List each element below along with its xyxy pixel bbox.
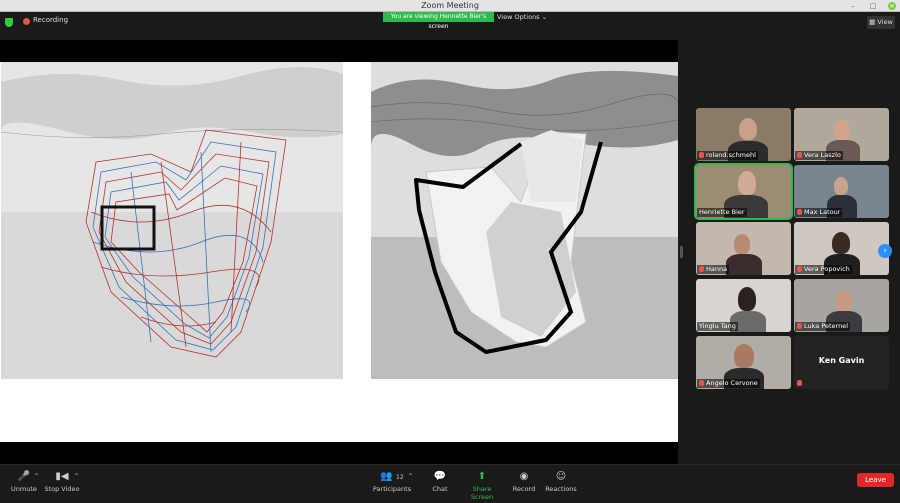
chat-button[interactable]: 💬 Chat bbox=[428, 471, 452, 493]
next-page-button[interactable]: › bbox=[878, 244, 892, 258]
participant-name: Max Latour bbox=[795, 208, 843, 217]
minimize-icon[interactable]: – bbox=[849, 2, 857, 10]
avatar bbox=[836, 291, 852, 311]
record-label: Record bbox=[512, 485, 536, 493]
grid-icon: ▦ bbox=[869, 18, 876, 26]
mic-muted-icon bbox=[797, 323, 802, 329]
solid-render bbox=[371, 62, 678, 379]
participant-tile[interactable]: Angelo Cervone bbox=[696, 336, 791, 389]
avatar-body bbox=[726, 254, 762, 275]
shared-render-right bbox=[371, 62, 678, 379]
view-options-label: View Options bbox=[497, 13, 540, 21]
unmute-label: Unmute bbox=[11, 485, 37, 493]
window-titlebar: Zoom Meeting – □ × bbox=[0, 0, 900, 12]
participants-button[interactable]: 👥 12 Participants bbox=[372, 471, 412, 493]
smiley-icon: ☺ bbox=[555, 471, 567, 482]
meeting-topbar: Recording You are viewing Hennette Bier'… bbox=[0, 12, 900, 40]
wireframe-render bbox=[1, 62, 343, 379]
participant-tile[interactable]: roland.schmehl bbox=[696, 108, 791, 161]
participant-tile[interactable]: Vera Popovich bbox=[794, 222, 889, 275]
share-screen-button[interactable]: ⬆ Share Screen bbox=[461, 471, 503, 501]
participant-tile[interactable]: Max Latour bbox=[794, 165, 889, 218]
participant-tile[interactable]: Luka Peternel bbox=[794, 279, 889, 332]
participant-name: Hanna bbox=[697, 265, 730, 274]
participants-options-caret[interactable]: ^ bbox=[408, 473, 413, 480]
recording-label: Recording bbox=[33, 16, 69, 24]
avatar bbox=[834, 177, 848, 195]
record-button[interactable]: ◉ Record bbox=[511, 471, 537, 493]
shared-render-left bbox=[1, 62, 343, 379]
avatar bbox=[738, 171, 756, 195]
reactions-button[interactable]: ☺ Reactions bbox=[545, 471, 577, 493]
participant-name: Henriette Bier bbox=[697, 208, 747, 217]
participant-name: Angelo Cervone bbox=[697, 379, 760, 388]
audio-options-caret[interactable]: ^ bbox=[34, 473, 39, 480]
shared-screen-bottom-band bbox=[0, 442, 678, 464]
reactions-label: Reactions bbox=[545, 485, 577, 493]
drag-handle[interactable] bbox=[680, 246, 683, 258]
avatar bbox=[834, 120, 850, 140]
avatar bbox=[734, 344, 754, 368]
recording-icon bbox=[23, 18, 30, 25]
mic-muted-icon bbox=[699, 266, 704, 272]
participant-name: roland.schmehl bbox=[697, 151, 758, 160]
meeting-toolbar: 🎤 Unmute ^ ▮◀ Stop Video ^ 👥 12 Particip… bbox=[0, 464, 900, 503]
chat-icon: 💬 bbox=[433, 471, 447, 482]
participants-count: 12 bbox=[396, 474, 404, 481]
participant-name: Vera Laszlo bbox=[795, 151, 843, 160]
participant-name: Luka Peternel bbox=[795, 322, 851, 331]
view-button[interactable]: ▦ View bbox=[867, 16, 895, 29]
stop-video-label: Stop Video bbox=[44, 485, 80, 493]
maximize-icon[interactable]: □ bbox=[869, 2, 877, 10]
avatar bbox=[738, 287, 756, 311]
avatar bbox=[734, 234, 750, 254]
leave-button[interactable]: Leave bbox=[857, 473, 894, 487]
participant-tile[interactable]: Yinglu Tang bbox=[696, 279, 791, 332]
view-options-button[interactable]: View Options ⌄ bbox=[497, 12, 547, 22]
window-title: Zoom Meeting bbox=[421, 1, 479, 10]
mic-muted-icon bbox=[797, 209, 802, 215]
chevron-right-icon: › bbox=[883, 246, 887, 256]
mic-muted-icon bbox=[797, 380, 802, 386]
avatar bbox=[832, 232, 850, 254]
mic-muted-icon bbox=[797, 152, 802, 158]
chevron-down-icon: ⌄ bbox=[541, 13, 548, 21]
viewing-banner: You are viewing Hennette Bier's screen bbox=[383, 12, 494, 30]
participant-mic-indicator bbox=[795, 379, 806, 388]
shared-screen-top-band bbox=[0, 40, 678, 62]
participant-tile[interactable]: Hanna bbox=[696, 222, 791, 275]
share-screen-label: Share Screen bbox=[470, 485, 494, 501]
mic-muted-icon bbox=[699, 380, 704, 386]
participant-name-center: Ken Gavin bbox=[818, 356, 865, 365]
participant-tile-video-off[interactable]: Ken Gavin bbox=[794, 336, 889, 389]
participants-label: Participants bbox=[372, 485, 412, 493]
view-button-label: View bbox=[877, 18, 893, 26]
close-icon[interactable]: × bbox=[888, 2, 896, 10]
shield-icon[interactable] bbox=[5, 18, 13, 27]
participant-tile[interactable]: Vera Laszlo bbox=[794, 108, 889, 161]
avatar bbox=[739, 118, 757, 140]
participant-name: Vera Popovich bbox=[795, 265, 852, 274]
participant-tile-speaking[interactable]: Henriette Bier bbox=[694, 163, 793, 220]
record-icon: ◉ bbox=[519, 471, 529, 482]
participants-icon: 👥 12 bbox=[380, 471, 404, 482]
mic-muted-icon bbox=[699, 152, 704, 158]
share-screen-icon: ⬆ bbox=[477, 471, 487, 482]
chat-label: Chat bbox=[432, 485, 448, 493]
video-options-caret[interactable]: ^ bbox=[74, 473, 79, 480]
mic-muted-icon bbox=[797, 266, 802, 272]
participant-name: Yinglu Tang bbox=[697, 322, 738, 331]
